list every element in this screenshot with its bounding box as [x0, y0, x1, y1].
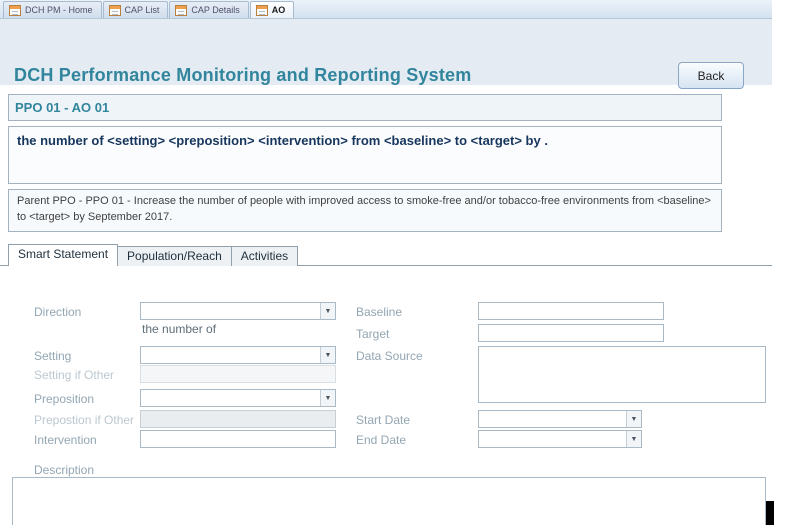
- chevron-down-icon[interactable]: ▼: [320, 303, 335, 319]
- chevron-down-icon[interactable]: ▼: [626, 431, 641, 447]
- form-header: DCH Performance Monitoring and Reporting…: [0, 19, 772, 85]
- preposition-if-other-field: [140, 410, 336, 428]
- application-window: DCH PM - Home CAP List CAP Details AO DC…: [0, 0, 794, 525]
- data-source-label: Data Source: [356, 349, 423, 363]
- end-date-dropdown[interactable]: ▼: [478, 430, 642, 448]
- preposition-label: Preposition: [34, 392, 94, 406]
- setting-label: Setting: [34, 349, 71, 363]
- form-icon: [9, 5, 21, 16]
- smart-statement-box: the number of <setting> <preposition> <i…: [8, 126, 722, 184]
- target-label: Target: [356, 327, 389, 341]
- document-tab-strip: DCH PM - Home CAP List CAP Details AO: [0, 0, 772, 19]
- sub-tab-bar: Smart Statement Population/Reach Activit…: [8, 244, 297, 266]
- description-field[interactable]: [12, 477, 766, 525]
- chevron-down-icon[interactable]: ▼: [626, 411, 641, 427]
- intervention-field[interactable]: [140, 430, 336, 448]
- setting-if-other-field: [140, 365, 336, 383]
- tab-population-reach[interactable]: Population/Reach: [117, 246, 232, 266]
- intervention-label: Intervention: [34, 433, 97, 447]
- preposition-dropdown[interactable]: ▼: [140, 389, 336, 407]
- direction-dropdown[interactable]: ▼: [140, 302, 336, 320]
- chevron-down-icon[interactable]: ▼: [320, 347, 335, 363]
- start-date-label: Start Date: [356, 413, 410, 427]
- preposition-if-other-label: Prepostion if Other: [34, 413, 134, 427]
- description-label: Description: [34, 463, 94, 477]
- baseline-label: Baseline: [356, 305, 402, 319]
- setting-if-other-label: Setting if Other: [34, 368, 114, 382]
- tab-smart-statement[interactable]: Smart Statement: [8, 244, 118, 266]
- start-date-dropdown[interactable]: ▼: [478, 410, 642, 428]
- parent-ppo-box: Parent PPO - PPO 01 - Increase the numbe…: [8, 189, 722, 232]
- direction-hint: the number of: [142, 322, 216, 336]
- end-date-label: End Date: [356, 433, 406, 447]
- record-id-box: PPO 01 - AO 01: [8, 94, 722, 121]
- doc-tab-cap-list[interactable]: CAP List: [103, 1, 169, 18]
- direction-label: Direction: [34, 305, 81, 319]
- doc-tab-label: CAP Details: [191, 5, 239, 15]
- screen-artifact: [766, 501, 774, 525]
- doc-tab-cap-details[interactable]: CAP Details: [169, 1, 248, 18]
- baseline-field[interactable]: [478, 302, 664, 320]
- setting-dropdown[interactable]: ▼: [140, 346, 336, 364]
- form-icon: [109, 5, 121, 16]
- doc-tab-label: CAP List: [125, 5, 160, 15]
- back-button[interactable]: Back: [678, 62, 744, 89]
- page-title: DCH Performance Monitoring and Reporting…: [14, 65, 471, 86]
- data-source-field[interactable]: [478, 346, 766, 403]
- chevron-down-icon[interactable]: ▼: [320, 390, 335, 406]
- target-field[interactable]: [478, 324, 664, 342]
- doc-tab-ao[interactable]: AO: [250, 1, 295, 18]
- form-icon: [175, 5, 187, 16]
- doc-tab-dch-pm-home[interactable]: DCH PM - Home: [3, 1, 102, 18]
- form-icon: [256, 5, 268, 16]
- tab-activities[interactable]: Activities: [231, 246, 298, 266]
- doc-tab-label: DCH PM - Home: [25, 5, 93, 15]
- doc-tab-label: AO: [272, 5, 286, 15]
